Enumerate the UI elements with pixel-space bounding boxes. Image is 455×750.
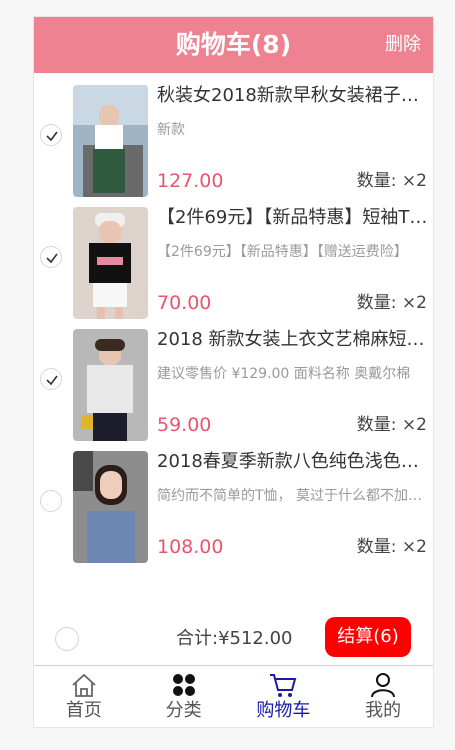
tab-cart[interactable]: 购物车 — [234, 666, 334, 727]
tab-label: 首页 — [65, 700, 102, 721]
item-checkbox[interactable] — [40, 124, 62, 146]
cart-item: 2018春夏季新款八色纯色浅色短袖T恤 简约而不简单的T恤， 莫过于什么都不加的… — [34, 439, 433, 563]
item-checkbox[interactable] — [40, 368, 62, 390]
tab-label: 分类 — [165, 700, 202, 721]
product-image[interactable] — [73, 329, 148, 441]
product-image[interactable] — [73, 85, 148, 197]
home-icon — [72, 673, 96, 697]
product-quantity: 数量: ×2 — [356, 171, 427, 191]
product-name[interactable]: 2018春夏季新款八色纯色浅色短袖T恤 — [157, 451, 429, 473]
product-quantity: 数量: ×2 — [356, 415, 427, 435]
product-desc: 新款 — [157, 122, 185, 138]
tab-home[interactable]: 首页 — [34, 666, 134, 727]
page-title: 购物车(8) — [175, 30, 292, 59]
user-icon — [371, 673, 396, 698]
product-price: 108.00 — [157, 536, 224, 558]
cart-item: 秋装女2018新款早秋女装裙子两件套装 新款 127.00 数量: ×2 — [34, 73, 433, 197]
product-name[interactable]: 2018 新款女装上衣文艺棉麻短袖T恤 — [157, 329, 429, 351]
item-checkbox[interactable] — [40, 246, 62, 268]
tab-category[interactable]: 分类 — [134, 666, 234, 727]
total-amount: 合计:¥512.00 — [176, 628, 293, 649]
cart-screen: 购物车(8) 删除 秋装女2018新款早秋女装裙子两件套装 新款 127.00 — [33, 16, 434, 728]
product-quantity: 数量: ×2 — [356, 537, 427, 557]
tab-label: 购物车 — [256, 700, 311, 721]
checkmark-icon — [46, 253, 58, 264]
product-desc: 简约而不简单的T恤， 莫过于什么都不加的纯色 — [157, 488, 429, 504]
cart-item: 【2件69元】【新品特惠】短袖T恤女 【2件69元】【新品特惠】【赠送运费险】 … — [34, 195, 433, 319]
item-checkbox[interactable] — [40, 490, 62, 512]
cart-item: 2018 新款女装上衣文艺棉麻短袖T恤 建议零售价 ¥129.00 面料名称 奥… — [34, 317, 433, 441]
delete-button[interactable]: 删除 — [385, 17, 421, 73]
product-desc: 【2件69元】【新品特惠】【赠送运费险】 — [157, 244, 408, 260]
checkout-button[interactable]: 结算(6) — [325, 617, 411, 657]
checkmark-icon — [46, 375, 58, 386]
checkout-bar: 合计:¥512.00 结算(6) — [34, 615, 433, 663]
tab-profile[interactable]: 我的 — [333, 666, 433, 727]
tab-label: 我的 — [365, 700, 402, 721]
checkmark-icon — [46, 131, 58, 142]
product-desc: 建议零售价 ¥129.00 面料名称 奥戴尔棉 — [157, 366, 411, 382]
header-bar: 购物车(8) 删除 — [34, 17, 433, 73]
product-price: 59.00 — [157, 414, 212, 436]
product-price: 127.00 — [157, 170, 224, 192]
category-icon — [172, 674, 195, 696]
select-all-checkbox[interactable] — [55, 627, 79, 651]
product-name[interactable]: 【2件69元】【新品特惠】短袖T恤女 — [157, 207, 429, 229]
product-name[interactable]: 秋装女2018新款早秋女装裙子两件套装 — [157, 85, 429, 107]
product-image[interactable] — [73, 451, 148, 563]
cart-icon — [270, 674, 297, 697]
bottom-tab-bar: 首页 分类 购物车 我的 — [34, 665, 433, 727]
product-quantity: 数量: ×2 — [356, 293, 427, 313]
product-image[interactable] — [73, 207, 148, 319]
product-price: 70.00 — [157, 292, 212, 314]
